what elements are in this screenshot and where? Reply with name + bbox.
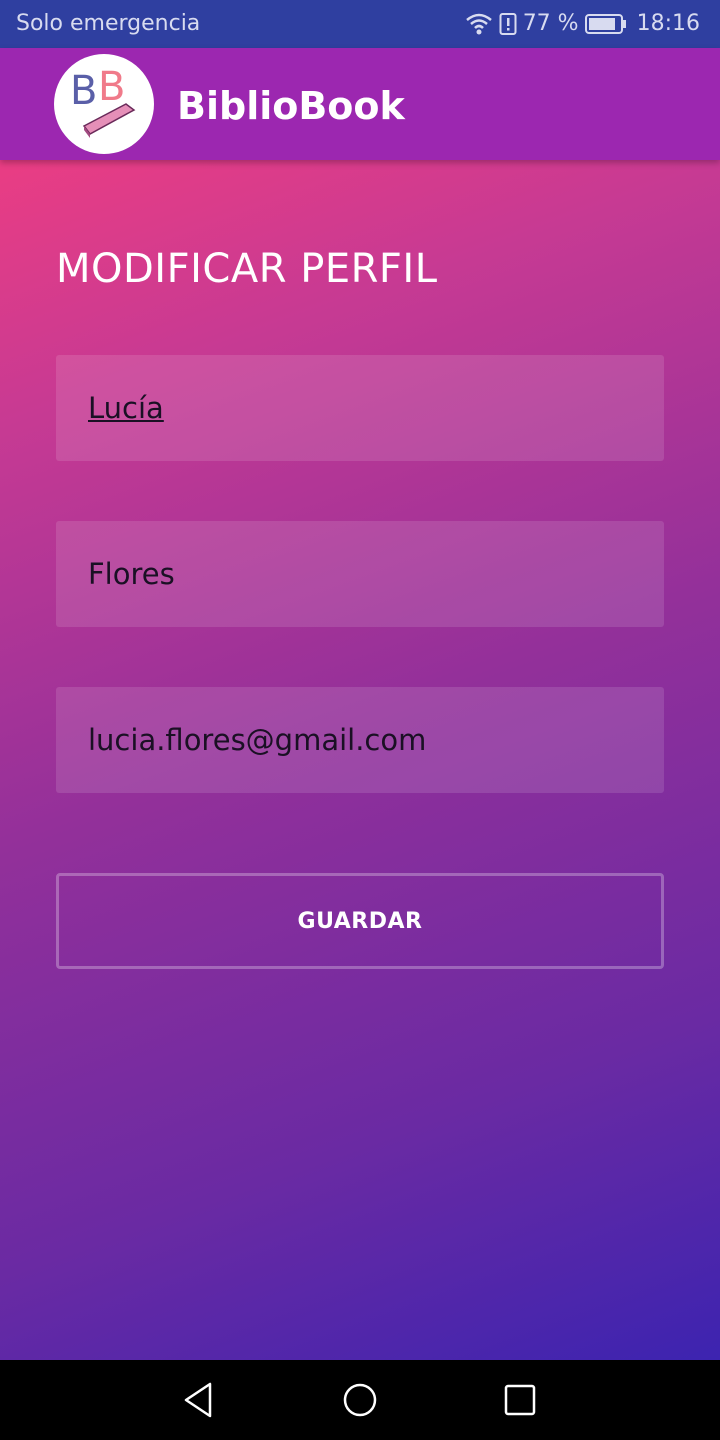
alert-icon: [499, 12, 517, 35]
recents-icon[interactable]: [500, 1380, 540, 1420]
clock-text: 18:16: [636, 11, 700, 36]
app-bar: B B BiblioBook: [0, 48, 720, 160]
last-name-value: Flores: [88, 557, 175, 591]
home-icon[interactable]: [340, 1380, 380, 1420]
save-button[interactable]: GUARDAR: [56, 873, 664, 969]
first-name-value: Lucía: [88, 391, 164, 425]
email-field[interactable]: lucia.flores@gmail.com: [56, 687, 664, 793]
back-icon[interactable]: [180, 1380, 220, 1420]
app-title: BiblioBook: [177, 84, 405, 128]
first-name-field[interactable]: Lucía: [56, 355, 664, 461]
carrier-text: Solo emergencia: [16, 11, 201, 36]
svg-text:B: B: [70, 68, 97, 114]
battery-icon: [584, 13, 626, 34]
wifi-icon: [465, 13, 492, 34]
status-icons: 77 % 18:16: [465, 11, 700, 36]
page-title: MODIFICAR PERFIL: [56, 246, 438, 292]
battery-text: 77 %: [522, 11, 579, 36]
navigation-bar: [0, 1360, 720, 1440]
email-value: lucia.flores@gmail.com: [88, 723, 427, 757]
svg-text:B: B: [98, 64, 125, 110]
status-bar: Solo emergencia 77 % 18:16: [0, 0, 720, 48]
bibliobook-logo: B B: [54, 54, 154, 154]
last-name-field[interactable]: Flores: [56, 521, 664, 627]
